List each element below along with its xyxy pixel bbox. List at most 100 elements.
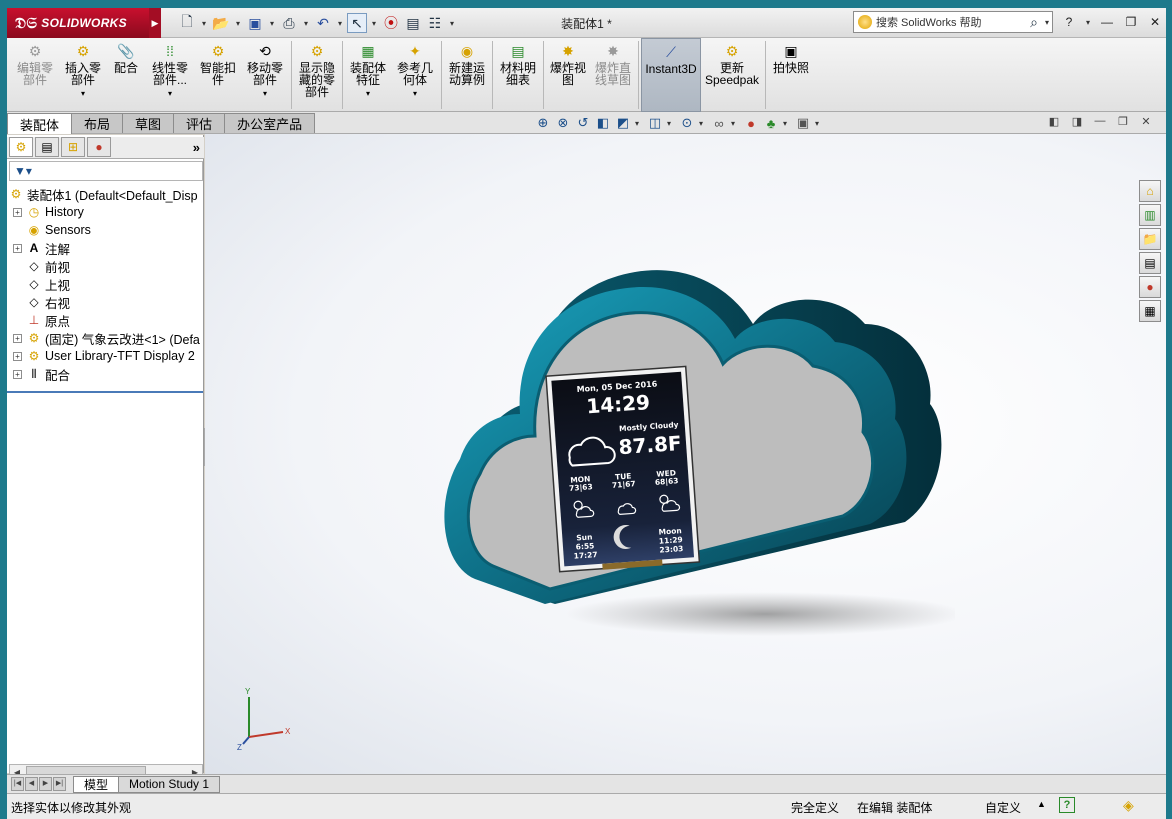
chevron-down-icon[interactable]: ▾ bbox=[199, 19, 209, 28]
rebuild-status-icon[interactable]: ◈ bbox=[1123, 797, 1134, 814]
undo-icon[interactable]: ↶ bbox=[313, 13, 333, 33]
tab-model[interactable]: 模型 bbox=[73, 775, 120, 793]
tree-node-history[interactable]: + ◷ History bbox=[7, 203, 203, 221]
move-component-button[interactable]: ⟲ 移动零 部件 ▾ bbox=[241, 38, 289, 112]
search-icon[interactable]: ⌕ bbox=[1030, 14, 1038, 31]
printer-icon[interactable]: ⎙ bbox=[279, 13, 299, 33]
property-manager-tab-icon[interactable]: ▤ bbox=[35, 137, 59, 157]
tree-node-right-plane[interactable]: ◇ 右视 bbox=[7, 293, 203, 311]
tree-node-cloud-part[interactable]: + ⚙ (固定) 气象云改进<1> (Defa bbox=[7, 329, 203, 347]
chevron-down-icon[interactable]: ▾ bbox=[168, 88, 172, 100]
tab-office-products[interactable]: 办公室产品 bbox=[224, 113, 316, 133]
configuration-manager-tab-icon[interactable]: ⊞ bbox=[61, 137, 85, 157]
options-icon[interactable]: ☷ bbox=[425, 13, 445, 33]
chevron-down-icon[interactable]: ▾ bbox=[413, 88, 417, 100]
section-view-icon[interactable]: ◧ bbox=[595, 115, 611, 131]
restore-button[interactable]: ❐ bbox=[1121, 12, 1141, 32]
next-tab-icon[interactable]: ▶ bbox=[39, 777, 52, 791]
prev-tab-icon[interactable]: ◀ bbox=[25, 777, 38, 791]
custom-properties-icon[interactable]: ▦ bbox=[1139, 300, 1161, 322]
previous-view-icon[interactable]: ↺ bbox=[575, 115, 591, 131]
restore-document-button[interactable]: ❐ bbox=[1116, 115, 1130, 128]
reference-geometry-button[interactable]: ✦ 参考几 何体 ▾ bbox=[391, 38, 439, 112]
smart-fasteners-button[interactable]: ⚙ 智能扣件 bbox=[195, 38, 241, 112]
expand-icon[interactable]: + bbox=[13, 351, 22, 361]
tab-evaluate[interactable]: 评估 bbox=[173, 113, 226, 133]
tree-node-annotations[interactable]: + A 注解 bbox=[7, 239, 203, 257]
chevron-down-icon[interactable]: ▾ bbox=[366, 88, 370, 100]
expand-icon[interactable]: + bbox=[13, 333, 22, 343]
view-palette-icon[interactable]: ▤ bbox=[1139, 252, 1161, 274]
chevron-down-icon[interactable]: ▾ bbox=[263, 88, 267, 100]
bill-of-materials-button[interactable]: ▤ 材料明 细表 bbox=[495, 38, 541, 112]
cursor-icon[interactable]: ↖ bbox=[347, 13, 367, 33]
instant3d-button[interactable]: ⟋ Instant3D bbox=[641, 38, 701, 112]
tree-node-mates[interactable]: + ⫴ 配合 bbox=[7, 365, 203, 383]
chevron-down-icon[interactable]: ▾ bbox=[81, 88, 85, 100]
minimize-document-button[interactable]: — bbox=[1093, 115, 1107, 128]
expand-icon[interactable]: + bbox=[13, 207, 22, 217]
apply-scene-icon[interactable]: ♣ bbox=[763, 116, 779, 131]
linear-pattern-button[interactable]: ⁞⁞ 线性零 部件... ▾ bbox=[145, 38, 195, 112]
chevron-down-icon[interactable]: ▾ bbox=[369, 19, 379, 28]
explode-line-sketch-button[interactable]: ✸ 爆炸直 线草图 bbox=[590, 38, 636, 112]
menu-expand-icon[interactable]: ▶ bbox=[149, 8, 161, 38]
help-search-box[interactable]: 搜索 SolidWorks 帮助 ⌕ ▾ bbox=[853, 11, 1053, 33]
chevron-down-icon[interactable]: ▾ bbox=[815, 119, 823, 128]
tile-right-icon[interactable]: ◨ bbox=[1070, 115, 1084, 128]
help-icon[interactable]: ? bbox=[1059, 12, 1079, 32]
tree-filter[interactable]: ▼▾ bbox=[9, 161, 203, 181]
first-tab-icon[interactable]: |◀ bbox=[11, 777, 24, 791]
chevron-up-icon[interactable]: ▲ bbox=[1037, 799, 1046, 809]
more-tabs-icon[interactable]: » bbox=[193, 140, 200, 155]
design-library-icon[interactable]: ▥ bbox=[1139, 204, 1161, 226]
solidworks-logo[interactable]: 𝔇𝔖 SOLIDWORKS bbox=[7, 8, 149, 38]
last-tab-icon[interactable]: ▶| bbox=[53, 777, 66, 791]
chevron-down-icon[interactable]: ▾ bbox=[233, 19, 243, 28]
tree-node-tft-display[interactable]: + ⚙ User Library-TFT Display 2 bbox=[7, 347, 203, 365]
tree-node-sensors[interactable]: ◉ Sensors bbox=[7, 221, 203, 239]
zoom-to-fit-icon[interactable]: ⊕ bbox=[535, 115, 551, 131]
chevron-down-icon[interactable]: ▾ bbox=[1083, 18, 1093, 27]
view-orientation-icon[interactable]: ◫ bbox=[647, 115, 663, 131]
chevron-down-icon[interactable]: ▾ bbox=[335, 19, 345, 28]
tab-sketch[interactable]: 草图 bbox=[122, 113, 175, 133]
expand-icon[interactable]: + bbox=[13, 243, 22, 253]
chevron-down-icon[interactable]: ▾ bbox=[447, 19, 457, 28]
take-snapshot-button[interactable]: ▣ 拍快照 bbox=[768, 38, 814, 112]
show-hidden-components-button[interactable]: ⚙ 显示隐 藏的零 部件 bbox=[294, 38, 340, 112]
status-units[interactable]: 自定义 bbox=[985, 799, 1021, 816]
dynamic-annotation-icon[interactable]: ◩ bbox=[615, 115, 631, 131]
tree-node-top-plane[interactable]: ◇ 上视 bbox=[7, 275, 203, 293]
chevron-down-icon[interactable]: ▾ bbox=[1042, 18, 1052, 27]
chevron-down-icon[interactable]: ▾ bbox=[667, 119, 675, 128]
display-style-icon[interactable]: ⊙ bbox=[679, 115, 695, 131]
edit-component-button[interactable]: ⚙ 编辑零 部件 bbox=[11, 38, 59, 112]
minimize-button[interactable]: — bbox=[1097, 12, 1117, 32]
close-button[interactable]: ✕ bbox=[1145, 12, 1165, 32]
display-manager-tab-icon[interactable]: ● bbox=[87, 137, 111, 157]
tab-layout[interactable]: 布局 bbox=[71, 113, 124, 133]
tab-motion-study[interactable]: Motion Study 1 bbox=[118, 775, 221, 793]
view-settings-icon[interactable]: ▣ bbox=[795, 115, 811, 131]
expand-icon[interactable]: + bbox=[13, 369, 22, 379]
properties-icon[interactable]: ▤ bbox=[403, 13, 423, 33]
tile-left-icon[interactable]: ◧ bbox=[1047, 115, 1061, 128]
close-document-button[interactable]: ✕ bbox=[1139, 115, 1153, 128]
update-speedpak-button[interactable]: ⚙ 更新 Speedpak bbox=[701, 38, 763, 112]
tree-node-origin[interactable]: ⊥ 原点 bbox=[7, 311, 203, 329]
file-explorer-icon[interactable]: 📁 bbox=[1139, 228, 1161, 250]
folder-open-icon[interactable]: 📂 bbox=[211, 13, 231, 33]
tree-node-front-plane[interactable]: ◇ 前视 bbox=[7, 257, 203, 275]
chevron-down-icon[interactable]: ▾ bbox=[699, 119, 707, 128]
mate-button[interactable]: 📎 配合 bbox=[107, 38, 145, 112]
zoom-to-area-icon[interactable]: ⊗ bbox=[555, 115, 571, 131]
edit-appearance-icon[interactable]: ● bbox=[743, 116, 759, 131]
help-status-icon[interactable]: ? bbox=[1059, 797, 1075, 813]
appearances-icon[interactable]: ● bbox=[1139, 276, 1161, 298]
save-icon[interactable]: ▣ bbox=[245, 13, 265, 33]
chevron-down-icon[interactable]: ▾ bbox=[731, 119, 739, 128]
tree-root-assembly[interactable]: ⚙ 装配体1 (Default<Default_Disp bbox=[7, 185, 203, 203]
chevron-down-icon[interactable]: ▾ bbox=[267, 19, 277, 28]
feature-manager-tab-icon[interactable]: ⚙ bbox=[9, 137, 33, 157]
